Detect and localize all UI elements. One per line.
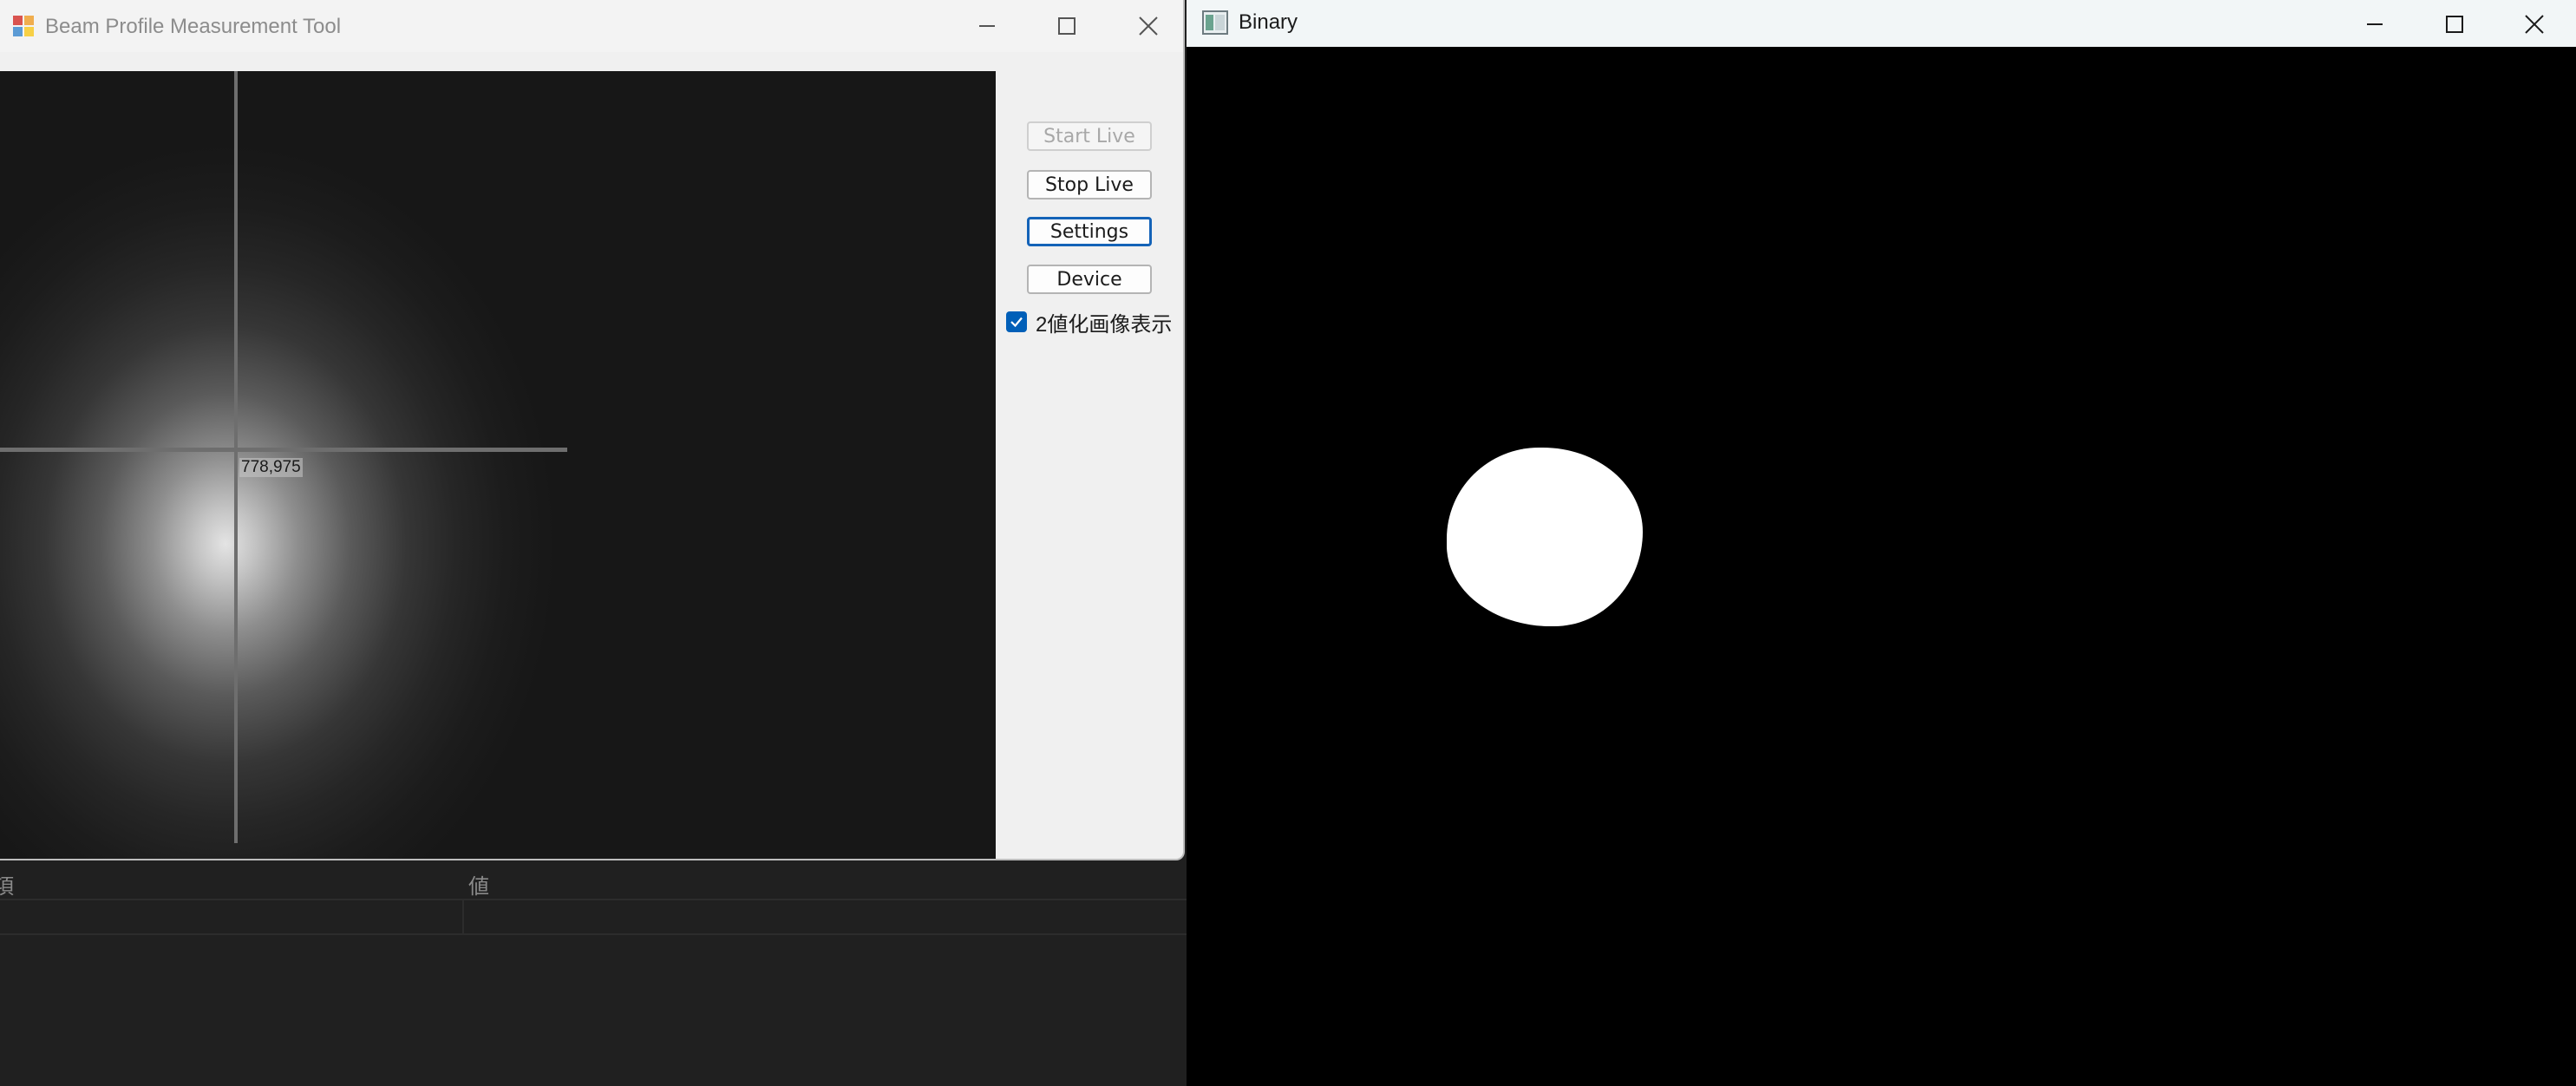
crosshair-horizontal [0,448,567,452]
binary-maximize-button[interactable] [2420,0,2489,49]
close-icon [2525,15,2544,34]
binary-minimize-button[interactable] [2340,0,2409,49]
minimize-icon [979,25,995,27]
binary-window: Binary [1187,0,2576,1086]
grid-column-divider [462,900,464,933]
checkmark-icon [1010,317,1023,328]
close-button[interactable] [1114,2,1183,50]
maximize-icon [2446,16,2463,33]
stop-live-button[interactable]: Stop Live [1027,170,1152,200]
main-titlebar[interactable]: Beam Profile Measurement Tool [0,0,1183,52]
binary-display-checkbox-label[interactable]: 2値化画像表示 [1036,307,1172,337]
crosshair-coordinate-label: 778,975 [239,458,303,477]
settings-button[interactable]: Settings [1027,217,1152,246]
beam-profile-window: Beam Profile Measurement Tool 778,975 St… [0,0,1185,860]
grid-row-divider [0,933,1187,935]
binary-titlebar[interactable]: Binary [1187,0,2576,47]
camera-live-view[interactable]: 778,975 [0,71,996,859]
main-window-title: Beam Profile Measurement Tool [45,15,342,38]
maximize-icon [1058,17,1076,35]
start-live-button[interactable]: Start Live [1027,121,1152,151]
binary-window-title: Binary [1239,10,1298,34]
close-icon [1139,16,1158,36]
binary-display-checkbox[interactable] [1006,311,1027,332]
binary-beam-spot [1447,448,1643,626]
minimize-button[interactable] [952,2,1022,50]
minimize-icon [2367,23,2383,25]
window-icon [1202,10,1228,35]
device-button[interactable]: Device [1027,265,1152,294]
background-property-grid [0,855,1187,1086]
crosshair-vertical [234,71,238,843]
column-header-item: 項 [0,875,14,899]
grid-row-divider [0,899,1187,900]
app-icon [13,16,34,36]
maximize-button[interactable] [1032,2,1102,50]
column-header-value: 値 [468,875,489,899]
binary-close-button[interactable] [2500,0,2569,49]
